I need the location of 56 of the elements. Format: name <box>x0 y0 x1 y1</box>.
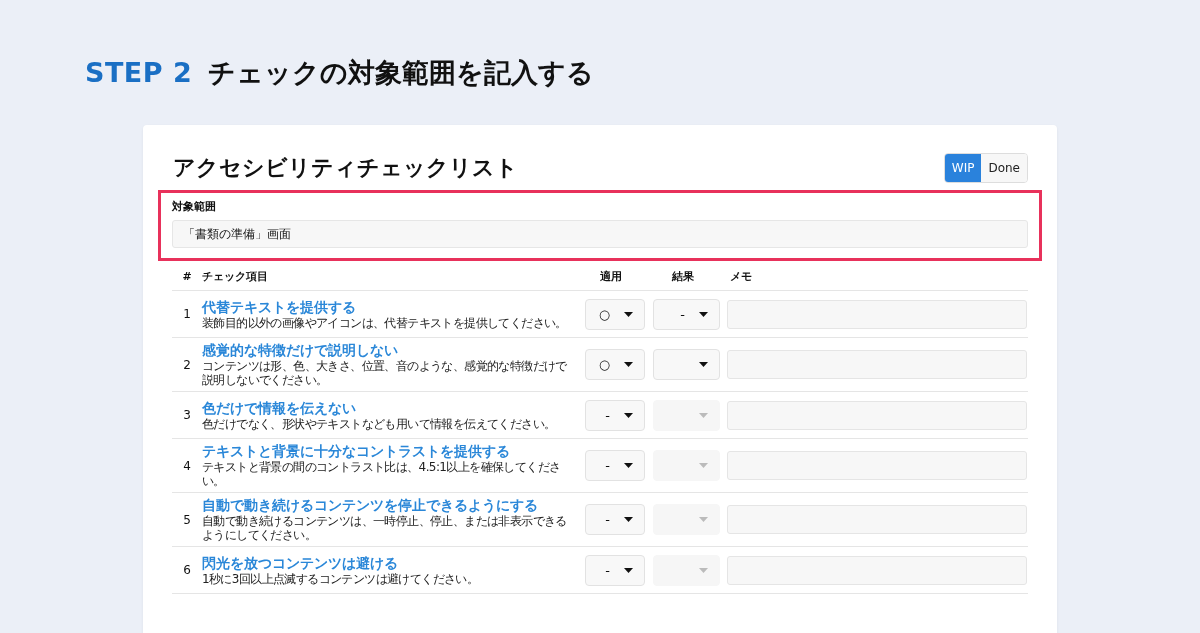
check-item-link[interactable]: 自動で動き続けるコンテンツを停止できるようにする <box>202 497 569 514</box>
check-item-description: 装飾目的以外の画像やアイコンは、代替テキストを提供してください。 <box>202 315 568 330</box>
column-header: チェック項目 <box>202 269 268 284</box>
caret-icon <box>699 463 708 468</box>
check-item-link[interactable]: 代替テキストを提供する <box>202 298 569 316</box>
row-number: 3 <box>183 408 191 422</box>
row-number: 1 <box>183 307 191 321</box>
dropdown[interactable]: ○ <box>585 349 645 380</box>
memo-field[interactable] <box>727 350 1027 379</box>
column-header: 適用 <box>600 269 622 284</box>
row-number: 4 <box>183 458 191 473</box>
check-item-link[interactable]: テキストと背景に十分なコントラストを提供する <box>202 443 569 460</box>
dropdown[interactable]: - <box>585 450 645 481</box>
caret-icon <box>624 463 633 468</box>
dropdown[interactable] <box>653 349 720 380</box>
status-option[interactable]: WIP <box>944 154 982 182</box>
caret-icon <box>699 311 708 317</box>
row-number: 5 <box>183 512 191 527</box>
caret-icon <box>699 412 708 418</box>
memo-field[interactable] <box>727 451 1027 480</box>
caret-icon <box>624 311 633 317</box>
memo-field[interactable] <box>727 299 1027 329</box>
status-option[interactable]: Done <box>981 154 1027 182</box>
check-item-description: テキストと背景の間のコントラスト比は、4.5:1以上を確保してください。 <box>202 460 562 488</box>
memo-field[interactable] <box>727 400 1027 430</box>
check-item-link[interactable]: 感覚的な特徴だけで説明しない <box>202 342 569 359</box>
column-header: 結果 <box>671 269 694 284</box>
check-item-link[interactable]: 閃光を放つコンテンツは避ける <box>202 554 569 572</box>
dropdown[interactable]: - <box>585 554 645 586</box>
caret-icon <box>624 517 633 522</box>
row-number: 2 <box>183 357 191 372</box>
caret-icon <box>699 517 708 522</box>
dropdown[interactable]: - <box>653 298 720 330</box>
dropdown[interactable]: ○ <box>585 298 645 330</box>
scope-label: 対象範囲 <box>172 199 217 214</box>
row-number: 6 <box>183 563 191 577</box>
check-item-description: 1秒に3回以上点滅するコンテンツは避けてください。 <box>202 571 480 586</box>
dropdown[interactable]: - <box>585 399 645 431</box>
check-item-description: コンテンツは形、色、大きさ、位置、音のような、感覚的な特徴だけで説明しないでください。 <box>202 359 568 387</box>
step-label: STEP 2 <box>85 57 193 88</box>
caret-icon <box>624 412 633 418</box>
caret-icon <box>624 362 633 367</box>
caret-icon <box>624 567 633 573</box>
memo-field[interactable] <box>727 555 1027 585</box>
card-title: アクセシビリティチェックリスト <box>173 154 518 182</box>
check-item-description: 自動で動き続けるコンテンツは、一時停止、停止、または非表示できるようにしてください。 <box>202 514 568 542</box>
column-header: メモ <box>729 269 752 284</box>
step-title: チェックの対象範囲を記入する <box>208 56 595 90</box>
column-header: # <box>182 270 192 283</box>
dropdown[interactable]: - <box>585 504 645 535</box>
check-item-description: 色だけでなく、形状やテキストなども用いて情報を伝えてください。 <box>202 416 557 431</box>
caret-icon <box>699 362 708 367</box>
check-item-link[interactable]: 色だけで情報を伝えない <box>202 399 569 417</box>
caret-icon <box>699 567 708 573</box>
scope-field[interactable]: 「書類の準備」画面 <box>172 220 1028 248</box>
memo-field[interactable] <box>727 505 1027 534</box>
